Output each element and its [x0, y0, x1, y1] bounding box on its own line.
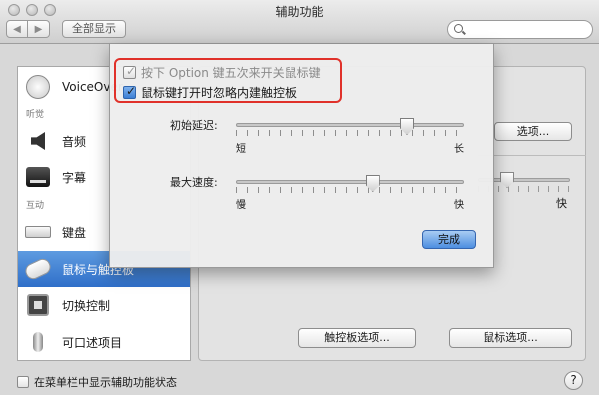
- max-speed-label: 最大速度:: [170, 176, 218, 189]
- max-speed-track: [236, 180, 464, 184]
- section-hearing: 听觉: [26, 110, 45, 120]
- max-speed-min: 慢: [236, 200, 246, 211]
- initial-delay-label: 初始延迟:: [170, 119, 218, 132]
- sidebar-item-dictation[interactable]: 可口述项目: [18, 324, 190, 360]
- sidebar-item-label: 切换控制: [62, 298, 111, 313]
- max-speed-ticks: [236, 187, 464, 193]
- initial-delay-track: [236, 123, 464, 127]
- trackpad-options-button[interactable]: 触控板选项...: [298, 328, 416, 348]
- background-fast-label: 快: [556, 197, 567, 210]
- sidebar-item-label: 字幕: [62, 170, 87, 185]
- checkbox[interactable]: [17, 376, 29, 388]
- max-speed-max: 快: [454, 200, 464, 211]
- captions-icon: [24, 163, 52, 191]
- divider: [478, 155, 586, 156]
- options-button[interactable]: 选项...: [494, 122, 572, 141]
- initial-delay-ticks: [236, 130, 464, 136]
- sidebar-item-label: 音频: [62, 134, 87, 149]
- chevron-left-icon: ◀: [13, 23, 21, 35]
- chevron-right-icon: ▶: [34, 23, 43, 35]
- sidebar-item-label: 可口述项目: [62, 335, 123, 350]
- annotation-highlight-box: [114, 58, 342, 103]
- search-icon: [454, 24, 463, 33]
- initial-delay-max: 长: [454, 144, 464, 155]
- done-button[interactable]: 完成: [422, 230, 476, 249]
- speaker-icon: [24, 127, 52, 155]
- voiceover-icon: [24, 73, 52, 101]
- mouse-options-button[interactable]: 鼠标选项...: [449, 328, 572, 348]
- mouse-icon: [22, 255, 54, 283]
- toolbar: 辅助功能 ◀ ▶ 全部显示: [0, 0, 599, 44]
- back-button[interactable]: ◀: [6, 20, 28, 38]
- nav-buttons: ◀ ▶: [6, 20, 50, 38]
- initial-delay-min: 短: [236, 144, 246, 155]
- window-title: 辅助功能: [275, 5, 324, 19]
- switch-control-icon: [24, 291, 52, 319]
- section-interaction: 互动: [26, 201, 45, 211]
- checkbox-label: 在菜单栏中显示辅助功能状态: [34, 376, 177, 389]
- forward-button[interactable]: ▶: [28, 20, 50, 38]
- keyboard-icon: [24, 218, 52, 246]
- microphone-icon: [24, 328, 52, 356]
- sidebar-item-label: 键盘: [62, 225, 87, 240]
- search-input[interactable]: [447, 20, 593, 39]
- help-button[interactable]: ?: [564, 371, 583, 390]
- menu-bar-status-checkbox[interactable]: 在菜单栏中显示辅助功能状态: [17, 374, 177, 390]
- sidebar-item-switch-control[interactable]: 切换控制: [18, 287, 190, 323]
- show-all-button[interactable]: 全部显示: [62, 20, 126, 38]
